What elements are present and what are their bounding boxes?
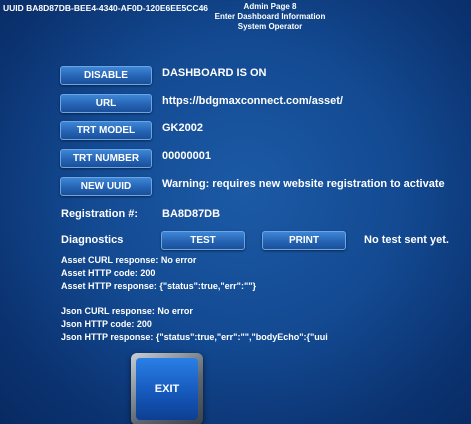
new-uuid-button[interactable]: NEW UUID <box>60 177 152 196</box>
exit-button[interactable]: EXIT <box>131 353 203 424</box>
page-header: Admin Page 8 Enter Dashboard Information… <box>190 2 350 32</box>
json-curl-response: Json CURL response: No error <box>61 306 193 316</box>
trt-model-button[interactable]: TRT MODEL <box>60 121 152 140</box>
asset-http-response: Asset HTTP response: {"status":true,"err… <box>61 281 256 291</box>
json-http-code: Json HTTP code: 200 <box>61 319 152 329</box>
diagnostics-label: Diagnostics <box>61 234 124 246</box>
exit-button-label: EXIT <box>136 358 198 420</box>
json-http-response: Json HTTP response: {"status":true,"err"… <box>61 332 328 342</box>
page-subtitle: Enter Dashboard Information <box>214 12 326 21</box>
trt-model-value: GK2002 <box>162 122 203 134</box>
asset-http-code: Asset HTTP code: 200 <box>61 268 156 278</box>
admin-screen: UUID BA8D87DB-BEE4-4340-AF0D-120E6EE5CC4… <box>0 0 471 424</box>
new-uuid-warning: Warning: requires new website registrati… <box>162 178 445 190</box>
page-title: Admin Page 8 <box>243 2 297 11</box>
disable-button[interactable]: DISABLE <box>60 66 152 85</box>
registration-value: BA8D87DB <box>162 208 221 220</box>
trt-number-value: 00000001 <box>162 150 211 162</box>
user-role: System Operator <box>237 22 303 31</box>
print-button[interactable]: PRINT <box>262 231 346 250</box>
uuid-label: UUID BA8D87DB-BEE4-4340-AF0D-120E6EE5CC4… <box>3 3 209 13</box>
diagnostics-status: No test sent yet. <box>364 234 449 246</box>
asset-curl-response: Asset CURL response: No error <box>61 255 197 265</box>
url-value: https://bdgmaxconnect.com/asset/ <box>162 95 343 107</box>
registration-label: Registration #: <box>61 208 139 220</box>
test-button[interactable]: TEST <box>161 231 245 250</box>
trt-number-button[interactable]: TRT NUMBER <box>60 149 152 168</box>
url-button[interactable]: URL <box>60 94 152 113</box>
dashboard-status: DASHBOARD IS ON <box>162 67 267 79</box>
